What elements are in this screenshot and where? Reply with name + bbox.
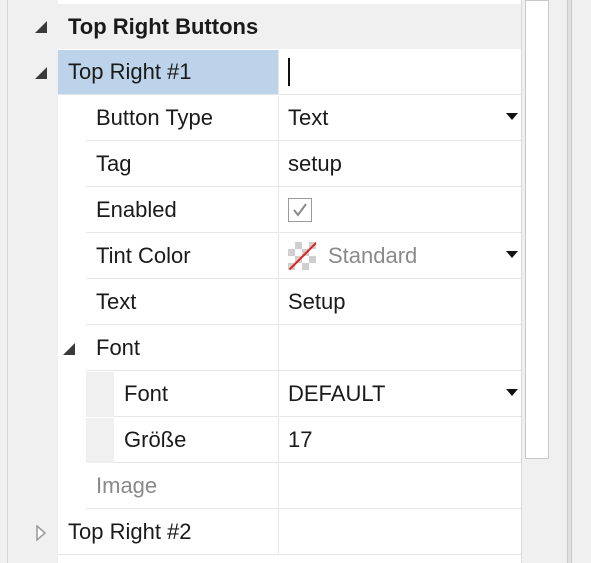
property-label: Image — [86, 464, 278, 509]
section-title: Top Right Buttons — [58, 4, 521, 49]
property-item-top-right-1[interactable]: Top Right #1 — [8, 50, 521, 96]
enabled-checkbox[interactable] — [288, 198, 312, 222]
indent-gutter — [86, 418, 114, 463]
font-group-value — [278, 326, 521, 371]
property-item-top-right-2[interactable]: Top Right #2 — [8, 510, 521, 556]
property-label: Text — [86, 280, 278, 325]
scrollbar-thumb[interactable] — [525, 0, 549, 459]
property-row-tint-color[interactable]: Tint Color Standard — [8, 234, 521, 280]
property-label: Tag — [86, 142, 278, 187]
property-label: Tint Color — [86, 234, 278, 279]
text-caret — [288, 58, 290, 86]
image-value[interactable] — [278, 464, 521, 509]
tag-input[interactable]: setup — [278, 142, 521, 187]
section-header-row[interactable]: Top Right Buttons — [8, 4, 521, 50]
font-select[interactable]: DEFAULT — [278, 372, 521, 417]
button-type-select[interactable]: Text — [278, 96, 521, 141]
dropdown-arrow-icon[interactable] — [506, 389, 518, 396]
property-label: Font — [114, 372, 278, 417]
triangle-down-icon[interactable] — [31, 4, 51, 49]
property-label: Button Type — [86, 96, 278, 141]
property-row-button-type[interactable]: Button Type Text — [8, 96, 521, 142]
property-row-enabled[interactable]: Enabled — [8, 188, 521, 234]
panel-splitter[interactable] — [567, 0, 572, 563]
property-row-size[interactable]: Größe 17 — [8, 418, 521, 464]
enabled-cell[interactable] — [278, 188, 521, 233]
property-row-text[interactable]: Text Setup — [8, 280, 521, 326]
property-row-font[interactable]: Font DEFAULT — [8, 372, 521, 418]
item-value[interactable] — [278, 510, 521, 555]
property-label: Größe — [114, 418, 278, 463]
triangle-right-icon[interactable] — [31, 510, 51, 555]
property-grid-window: Top Right Buttons Top Right #1 Button Ty… — [0, 0, 591, 563]
dropdown-arrow-icon[interactable] — [506, 251, 518, 258]
tint-color-select[interactable]: Standard — [278, 234, 521, 279]
indent-gutter — [86, 372, 114, 417]
property-row-image[interactable]: Image — [8, 464, 521, 510]
vertical-scrollbar[interactable] — [521, 0, 552, 563]
property-label: Enabled — [86, 188, 278, 233]
property-group-font[interactable]: Font — [8, 326, 521, 372]
size-input[interactable]: 17 — [278, 418, 521, 463]
property-row-tag[interactable]: Tag setup — [8, 142, 521, 188]
item-label[interactable]: Top Right #1 — [58, 50, 278, 95]
triangle-down-icon[interactable] — [31, 50, 51, 95]
property-grid: Top Right Buttons Top Right #1 Button Ty… — [8, 0, 521, 563]
transparent-swatch-icon — [288, 242, 316, 270]
left-border — [0, 0, 8, 563]
property-label: Font — [86, 326, 278, 371]
text-input[interactable]: Setup — [278, 280, 521, 325]
checkmark-icon — [293, 203, 307, 217]
item-value-editor[interactable] — [278, 50, 521, 95]
item-label[interactable]: Top Right #2 — [58, 510, 278, 555]
dropdown-arrow-icon[interactable] — [506, 113, 518, 120]
triangle-down-icon[interactable] — [59, 326, 79, 371]
